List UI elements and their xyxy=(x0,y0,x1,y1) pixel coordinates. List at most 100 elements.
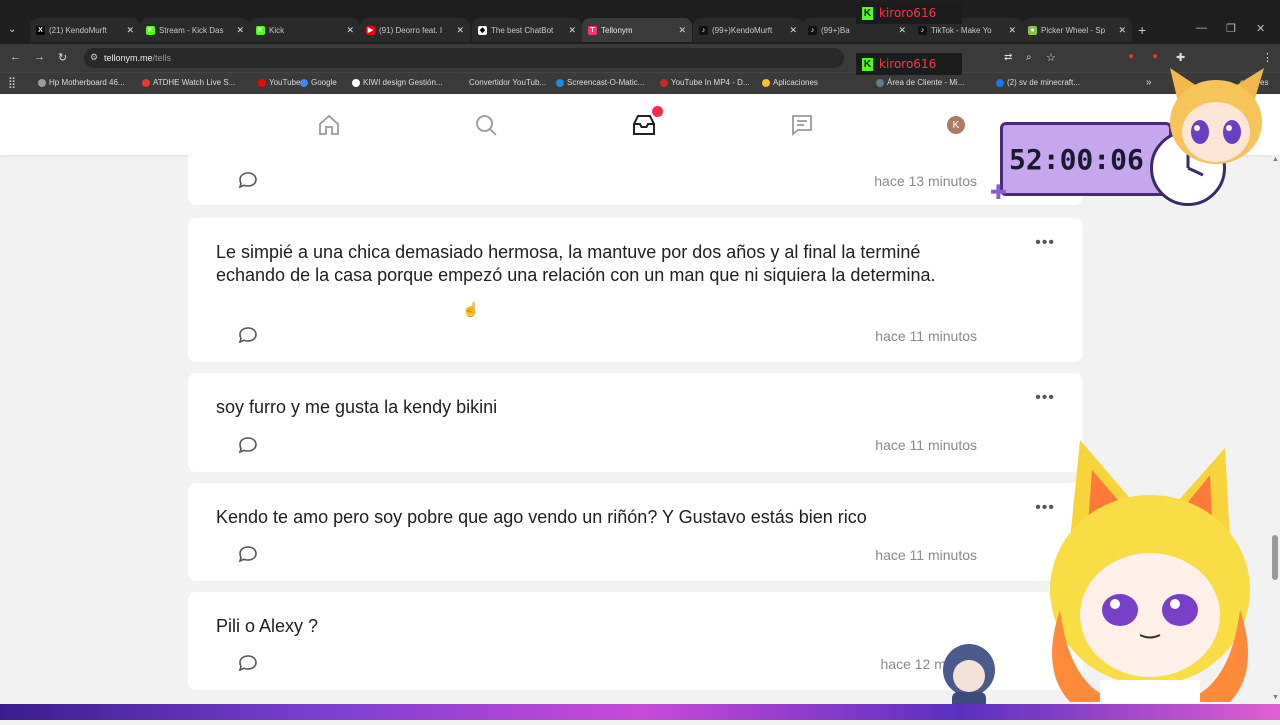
comment-icon[interactable] xyxy=(238,545,258,568)
scroll-down-arrow-icon[interactable]: ▼ xyxy=(1272,694,1279,701)
tab-title: (99+)Ba xyxy=(821,25,850,35)
bookmark-favicon-icon xyxy=(300,78,308,87)
bookmark-favicon-icon xyxy=(38,78,46,87)
tab-close-icon[interactable]: ✕ xyxy=(236,25,244,36)
tiktok-icon: ♪ xyxy=(918,25,927,35)
tab-close-icon[interactable]: ✕ xyxy=(568,25,576,36)
tab-tellonym[interactable]: T Tellonym ✕ xyxy=(582,18,692,42)
tell-card: Le simpié a una chica demasiado hermosa,… xyxy=(188,218,1083,362)
bookmark-item[interactable]: Aplicaciones xyxy=(762,78,818,87)
tab-title: (99+)KendoMurft xyxy=(712,25,773,35)
bookmark-item[interactable]: (2) sv de minecraft... xyxy=(996,78,1080,87)
tab-title: Kick xyxy=(269,25,285,35)
extension-icon[interactable]: ● xyxy=(1152,51,1158,62)
bookmark-item[interactable]: YouTube In MP4 - D... xyxy=(660,78,750,87)
bookmark-item[interactable]: KIWI design Gestión... xyxy=(352,78,443,87)
kick-logo-icon: K xyxy=(862,57,873,71)
translate-icon[interactable]: ⇄ xyxy=(1004,52,1012,63)
extension-icon[interactable]: ● xyxy=(1128,51,1134,62)
x-icon: X xyxy=(36,25,45,35)
window-close-button[interactable]: ✕ xyxy=(1256,22,1265,35)
comment-icon[interactable] xyxy=(238,436,258,459)
bookmark-item[interactable]: Google xyxy=(300,78,337,87)
sparkle-icon: ✚ xyxy=(990,182,1007,204)
more-options-icon[interactable]: ••• xyxy=(1035,234,1055,252)
chat-icon[interactable] xyxy=(789,112,815,138)
tab-title: (91) Deorro feat. I xyxy=(379,25,443,35)
bookmark-label: KIWI design Gestión... xyxy=(363,78,443,87)
apps-grid-icon[interactable]: ⣿ xyxy=(8,76,16,89)
tab-youtube[interactable]: ▶ (91) Deorro feat. I ✕ xyxy=(360,18,470,42)
comment-icon[interactable] xyxy=(238,326,258,349)
tab-title: Tellonym xyxy=(601,25,633,35)
bookmark-favicon-icon xyxy=(660,78,668,87)
comment-icon[interactable] xyxy=(238,171,258,194)
profile-avatar[interactable]: K xyxy=(943,112,969,138)
new-tab-button[interactable]: + xyxy=(1138,22,1146,38)
bookmark-favicon-icon xyxy=(458,78,466,87)
tiktok-icon: ♪ xyxy=(699,25,708,35)
bookmark-item[interactable]: Convertidor YouTub... xyxy=(458,78,546,87)
tab-x[interactable]: X (21) KendoMurft ✕ xyxy=(30,18,140,42)
home-icon[interactable] xyxy=(316,112,342,138)
inbox-icon[interactable] xyxy=(631,106,663,138)
tab-kick[interactable]: K Stream - Kick Das ✕ xyxy=(140,18,250,42)
tab-close-icon[interactable]: ✕ xyxy=(1118,25,1126,36)
tab-close-icon[interactable]: ✕ xyxy=(1008,25,1016,36)
site-info-icon[interactable]: ⚙ xyxy=(90,52,98,63)
tell-card: hace 13 minutos xyxy=(188,155,1083,205)
tab-search-chevron-icon[interactable]: ⌄ xyxy=(8,24,16,35)
bookmark-label: Screencast-O-Matic... xyxy=(567,78,645,87)
more-options-icon[interactable]: ••• xyxy=(1035,389,1055,407)
bookmark-label: Hp Motherboard 46... xyxy=(49,78,125,87)
tab-tiktok[interactable]: ♪ (99+)KendoMurft ✕ xyxy=(693,18,803,42)
reload-icon[interactable]: ↻ xyxy=(58,51,67,64)
bookmark-item[interactable]: Screencast-O-Matic... xyxy=(556,78,644,87)
bookmark-favicon-icon xyxy=(876,78,884,87)
address-bar[interactable]: ⚙ tellonym.me/tells xyxy=(84,48,844,68)
window-restore-button[interactable]: ❐ xyxy=(1226,22,1236,35)
search-icon[interactable] xyxy=(473,112,499,138)
tab-close-icon[interactable]: ✕ xyxy=(789,25,797,36)
scrollbar-thumb[interactable] xyxy=(1272,535,1278,580)
tab-close-icon[interactable]: ✕ xyxy=(456,25,464,36)
bookmark-item[interactable]: ATDHE Watch Live S... xyxy=(142,78,235,87)
url-host: tellonym.me xyxy=(104,53,153,63)
scroll-up-arrow-icon[interactable]: ▲ xyxy=(1272,156,1279,163)
bookmark-overflow-button[interactable]: » xyxy=(1146,77,1152,88)
bookmark-star-icon[interactable]: ☆ xyxy=(1046,51,1056,64)
kick-icon: K xyxy=(146,25,155,35)
tab-close-icon[interactable]: ✕ xyxy=(346,25,354,36)
tell-text: Pili o Alexy ? xyxy=(216,616,319,636)
tab-chatbot[interactable]: ◆ The best ChatBot ✕ xyxy=(472,18,582,42)
kick-user-badge: K kiroro616 xyxy=(856,53,962,75)
kick-user-badge: K kiroro616 xyxy=(856,2,962,24)
bookmark-favicon-icon xyxy=(996,78,1004,87)
comment-icon[interactable] xyxy=(238,654,258,677)
forward-arrow-icon[interactable]: → xyxy=(34,51,45,63)
bookmark-label: YouTube xyxy=(269,78,301,87)
tab-kick[interactable]: K Kick ✕ xyxy=(250,18,360,42)
tab-close-icon[interactable]: ✕ xyxy=(898,25,906,36)
tab-close-icon[interactable]: ✕ xyxy=(678,25,686,36)
stream-timer: 52:00:06 xyxy=(1009,142,1144,176)
tab-title: (21) KendoMurft xyxy=(49,25,107,35)
bookmark-item[interactable]: Hp Motherboard 46... xyxy=(38,78,125,87)
vtuber-fox-avatar xyxy=(1030,430,1260,704)
page-scrollbar[interactable] xyxy=(1271,155,1280,704)
bookmark-item[interactable]: Área de Cliente - Mi... xyxy=(876,78,964,87)
bookmark-label: Área de Cliente - Mi... xyxy=(887,78,965,87)
zoom-icon[interactable]: ⌕ xyxy=(1026,52,1032,63)
window-minimize-button[interactable]: — xyxy=(1196,22,1207,34)
inbox-notification-badge xyxy=(652,106,663,117)
tab-wheel[interactable]: ● Picker Wheel - Sp ✕ xyxy=(1022,18,1132,42)
tell-card: Kendo te amo pero soy pobre que ago vend… xyxy=(188,483,1083,581)
wheel-icon: ● xyxy=(1028,25,1037,35)
bookmark-item[interactable]: YouTube xyxy=(258,78,300,87)
tab-close-icon[interactable]: ✕ xyxy=(126,25,134,36)
back-arrow-icon[interactable]: ← xyxy=(10,51,21,63)
tell-text: Kendo te amo pero soy pobre que ago vend… xyxy=(216,507,867,527)
browser-toolbar: ← → ↻ ⚙ tellonym.me/tells ⇄ ⌕ ☆ ● ● ✚ ⋮ xyxy=(0,44,1280,72)
tell-time: hace 11 minutos xyxy=(875,328,977,344)
tab-title: TikTok - Make Yo xyxy=(931,25,992,35)
